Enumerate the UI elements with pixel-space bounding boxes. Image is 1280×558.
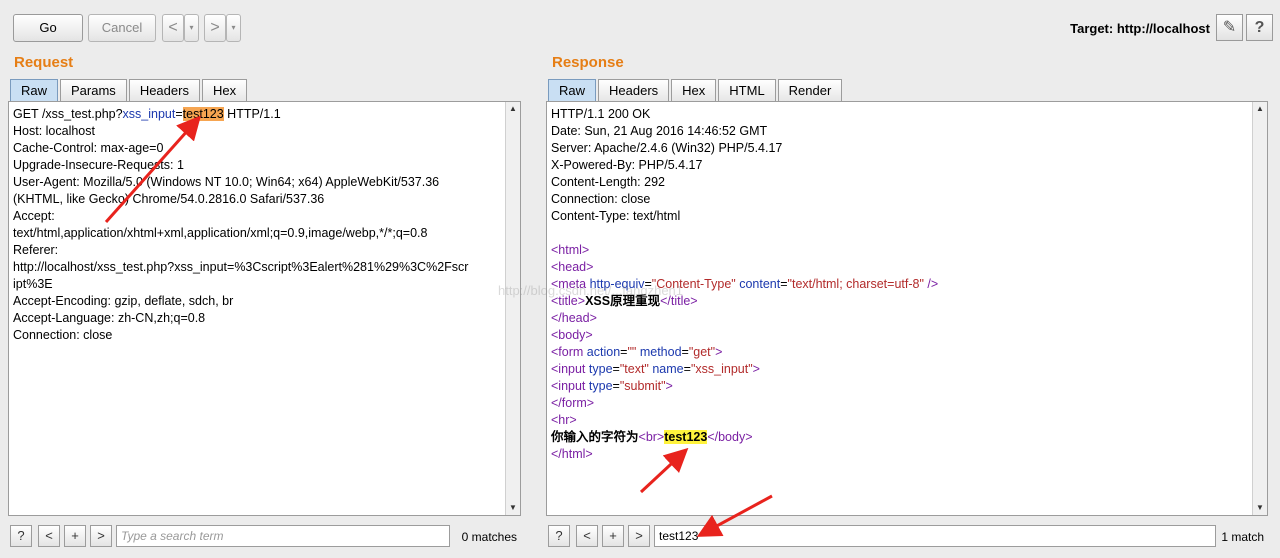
request-tab-hex[interactable]: Hex (201, 79, 248, 101)
search-help-button[interactable]: ? (10, 525, 32, 547)
main-toolbar: Go Cancel < ▾ > ▾ Target: http://localho… (0, 0, 1280, 44)
scroll-down-icon[interactable]: ▼ (506, 501, 520, 515)
scroll-up-icon[interactable]: ▲ (506, 102, 520, 116)
search-options-button[interactable]: + (64, 525, 86, 547)
request-scrollbar[interactable]: ▲ ▼ (505, 102, 520, 515)
request-tab-headers[interactable]: Headers (128, 79, 200, 101)
response-header-line: Server: Apache/2.4.6 (Win32) PHP/5.4.17 (551, 141, 783, 155)
query-param-eq: = (175, 107, 183, 121)
request-header-line: Referer: (13, 243, 59, 257)
response-title: Response (552, 54, 624, 71)
input-text-line: <input type="text" name="xss_input"> (551, 362, 760, 376)
request-header-line: User-Agent: Mozilla/5.0 (Windows NT 10.0… (13, 175, 440, 189)
request-line-prefix: GET /xss_test.php? (13, 107, 123, 121)
scroll-down-icon[interactable]: ▼ (1253, 501, 1267, 515)
request-header-line: Accept-Encoding: gzip, deflate, sdch, br (13, 294, 234, 308)
query-param-value-highlight: test123 (182, 107, 224, 121)
response-editor[interactable]: HTTP/1.1 200 OK Date: Sun, 21 Aug 2016 14… (546, 101, 1268, 516)
request-header-line: Accept: (13, 209, 55, 223)
response-tab-html[interactable]: HTML (718, 79, 776, 101)
response-header-line: Date: Sun, 21 Aug 2016 14:46:52 GMT (551, 124, 768, 138)
request-header-line: (KHTML, like Gecko) Chrome/54.0.2816.0 S… (13, 192, 325, 206)
search-options-button[interactable]: + (602, 525, 624, 547)
request-header-line: Host: localhost (13, 124, 95, 138)
request-header-line: Connection: close (13, 328, 113, 342)
response-tabs: Raw Headers Hex HTML Render (548, 79, 844, 101)
input-submit-line: <input type="submit"> (551, 379, 673, 393)
request-match-count: 0 matches (461, 530, 517, 544)
forward-history-dropdown-icon[interactable]: ▾ (226, 14, 241, 42)
help-button[interactable]: ? (1246, 14, 1273, 41)
request-search-bar: ? < + > Type a search term 0 matches (8, 522, 521, 550)
response-header-line: Connection: close (551, 192, 651, 206)
response-header-line: Content-Length: 292 (551, 175, 665, 189)
edit-target-pencil-icon[interactable]: ✎ (1216, 14, 1243, 41)
request-header-line: http://localhost/xss_test.php?xss_input=… (13, 260, 469, 274)
query-param-name: xss_input (122, 107, 176, 121)
search-previous-button[interactable]: < (576, 525, 598, 547)
response-search-input[interactable]: test123 (654, 525, 1216, 547)
form-close-tag: </form> (551, 396, 595, 410)
go-button[interactable]: Go (13, 14, 83, 42)
search-previous-button[interactable]: < (38, 525, 60, 547)
back-button[interactable]: < (162, 14, 184, 42)
head-close-tag: </head> (551, 311, 597, 325)
form-line: <form action="" method="get"> (551, 345, 723, 359)
echo-value-highlight: test123 (664, 430, 708, 444)
request-tab-raw[interactable]: Raw (10, 79, 59, 101)
output-label: 你输入的字符为 (551, 430, 639, 444)
target-label: Target: http://localhost (1070, 21, 1210, 36)
request-raw-text[interactable]: GET /xss_test.php?xss_input=test123 HTTP… (9, 106, 504, 515)
request-line: GET /xss_test.php?xss_input=test123 HTTP… (13, 106, 504, 123)
request-header-line: text/html,application/xhtml+xml,applicat… (13, 226, 428, 240)
response-match-count: 1 match (1221, 530, 1264, 544)
request-header-line: ipt%3E (13, 277, 53, 291)
response-tab-hex[interactable]: Hex (671, 79, 717, 101)
response-raw-text[interactable]: HTTP/1.1 200 OK Date: Sun, 21 Aug 2016 14… (547, 106, 1251, 515)
response-header-line: Content-Type: text/html (551, 209, 681, 223)
scroll-up-icon[interactable]: ▲ (1253, 102, 1267, 116)
response-tab-headers[interactable]: Headers (598, 79, 670, 101)
response-tab-render[interactable]: Render (777, 79, 843, 101)
request-header-line: Upgrade-Insecure-Requests: 1 (13, 158, 184, 172)
back-history-dropdown-icon[interactable]: ▾ (184, 14, 199, 42)
html-close-tag: </html> (551, 447, 593, 461)
request-line-suffix: HTTP/1.1 (223, 107, 281, 121)
html-open-tag: <html> (551, 243, 590, 257)
search-next-button[interactable]: > (90, 525, 112, 547)
response-search-bar: ? < + > test123 1 match (546, 522, 1268, 550)
watermark: http://blog.csdn.net/...fangzhen1 (498, 283, 684, 298)
search-next-button[interactable]: > (628, 525, 650, 547)
search-help-button[interactable]: ? (548, 525, 570, 547)
cancel-button[interactable]: Cancel (88, 14, 156, 42)
request-panel: Request Raw Params Headers Hex GET /xss_… (4, 44, 527, 556)
output-line: 你输入的字符为<br>test123</body> (551, 430, 753, 444)
response-tab-raw[interactable]: Raw (548, 79, 597, 101)
response-header-line: X-Powered-By: PHP/5.4.17 (551, 158, 703, 172)
request-search-input[interactable]: Type a search term (116, 525, 450, 547)
response-panel: Response Raw Headers Hex HTML Render HTT… (542, 44, 1274, 556)
head-open-tag: <head> (551, 260, 594, 274)
request-tabs: Raw Params Headers Hex (10, 79, 249, 101)
response-header-line: HTTP/1.1 200 OK (551, 107, 651, 121)
forward-button[interactable]: > (204, 14, 226, 42)
request-title: Request (14, 54, 74, 71)
response-scrollbar[interactable]: ▲ ▼ (1252, 102, 1267, 515)
request-editor[interactable]: GET /xss_test.php?xss_input=test123 HTTP… (8, 101, 521, 516)
request-header-line: Accept-Language: zh-CN,zh;q=0.8 (13, 311, 206, 325)
hr-tag: <hr> (551, 413, 577, 427)
request-tab-params[interactable]: Params (60, 79, 127, 101)
body-open-tag: <body> (551, 328, 593, 342)
request-header-line: Cache-Control: max-age=0 (13, 141, 164, 155)
